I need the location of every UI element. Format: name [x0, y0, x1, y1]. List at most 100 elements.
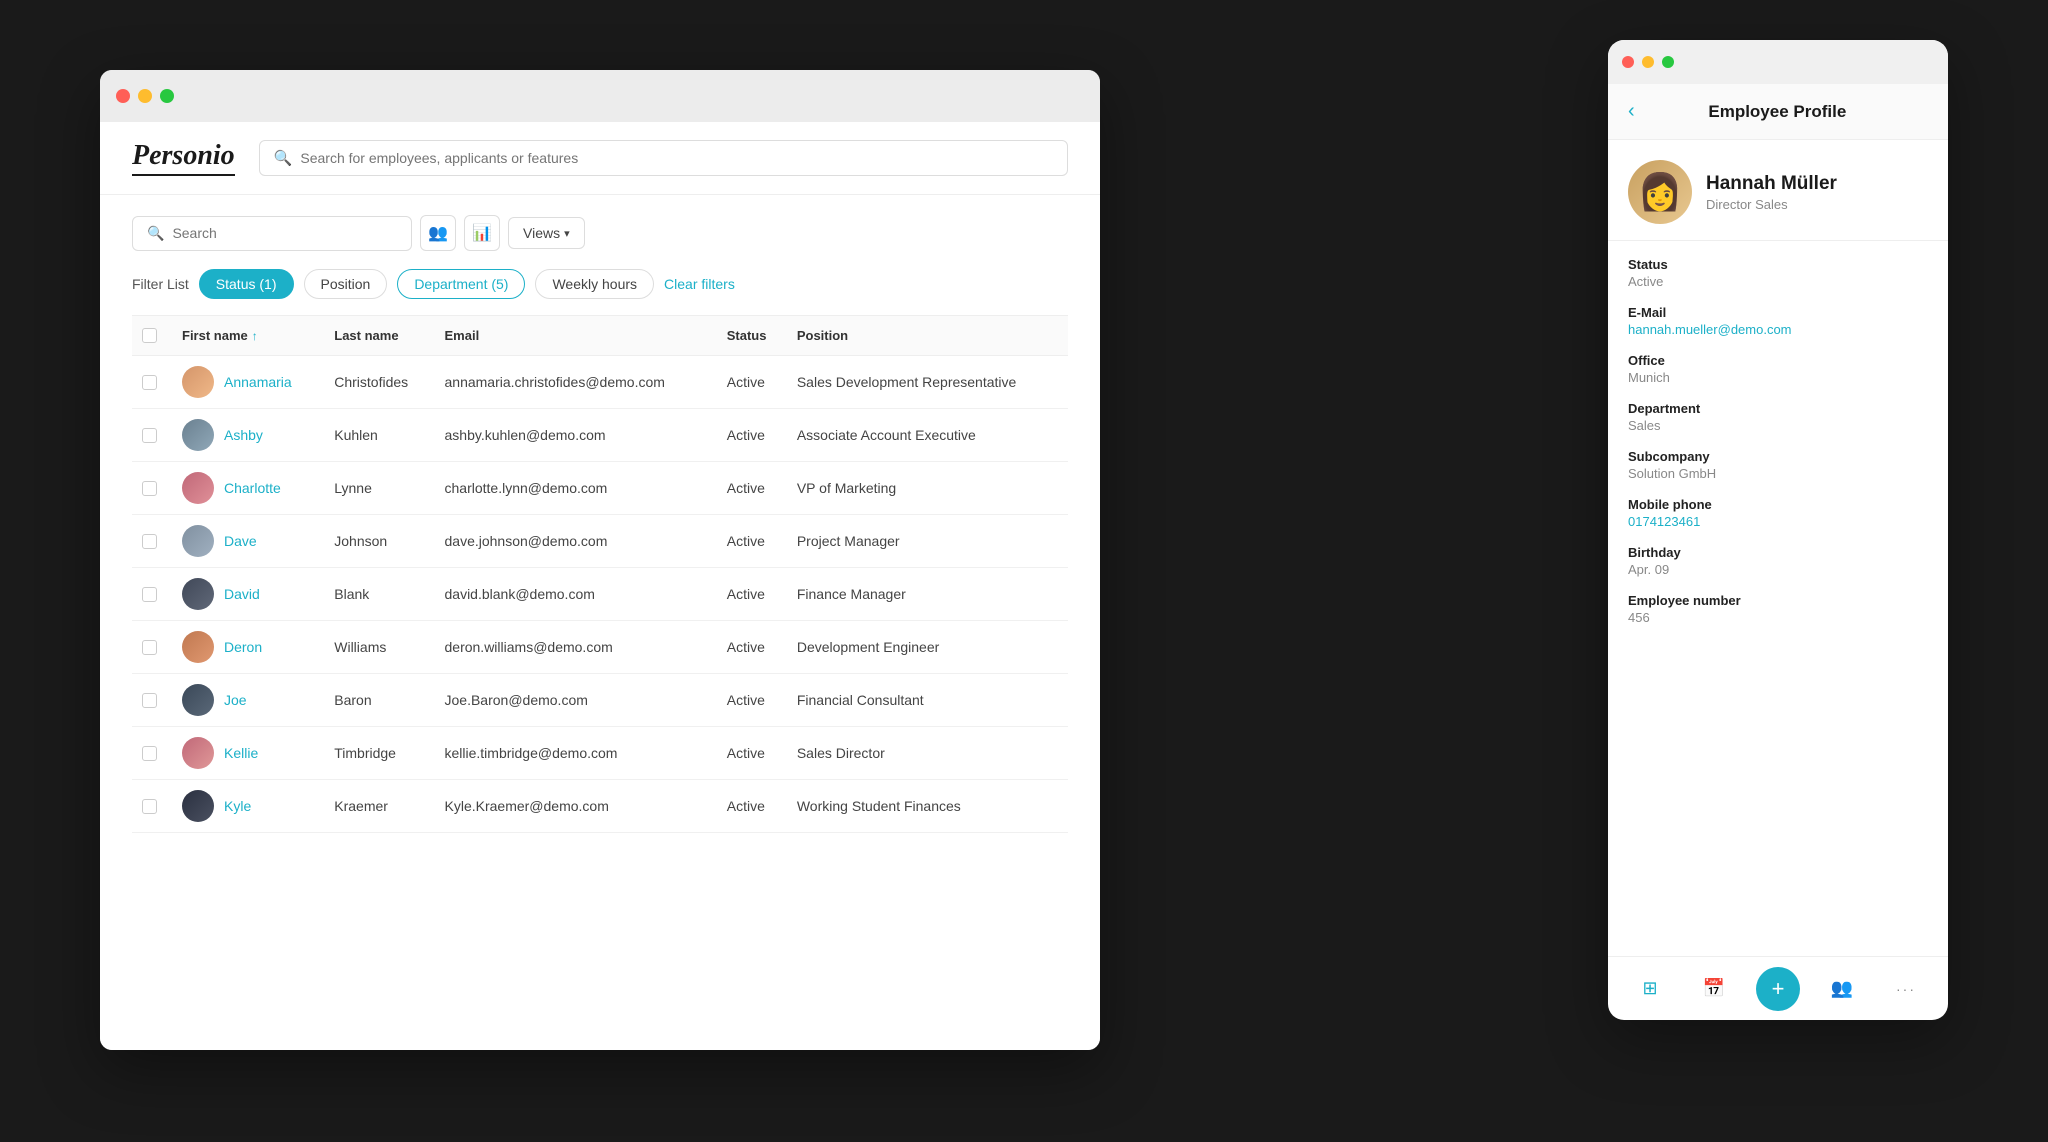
filter-chip-department[interactable]: Department (5)	[397, 269, 525, 299]
row-position-cell: Working Student Finances	[787, 780, 1068, 833]
nav-more-button[interactable]: ···	[1884, 967, 1928, 1011]
employee-name-link[interactable]: Kyle	[224, 798, 251, 814]
panel-header: ‹ Employee Profile	[1608, 84, 1948, 140]
back-button[interactable]: ‹	[1628, 100, 1635, 123]
panel-bottom-nav: ⊞ 📅 + 👥 ···	[1608, 956, 1948, 1020]
global-search-input[interactable]	[300, 150, 1053, 166]
row-checkbox[interactable]	[142, 799, 157, 814]
header-lastname[interactable]: Last name	[324, 316, 434, 356]
traffic-light-yellow[interactable]	[138, 89, 152, 103]
select-all-checkbox[interactable]	[142, 328, 157, 343]
traffic-light-green[interactable]	[160, 89, 174, 103]
local-search-input[interactable]	[172, 225, 397, 241]
table-row: David Blank david.blank@demo.com Active …	[132, 568, 1068, 621]
header-position[interactable]: Position	[787, 316, 1068, 356]
row-status-cell: Active	[717, 780, 787, 833]
export-icon: 📊	[472, 223, 492, 243]
app-content: Personio 🔍 🔍 👥 📊 Vie	[100, 122, 1100, 1050]
export-button[interactable]: 📊	[464, 215, 500, 251]
avatar	[182, 366, 214, 398]
field-value[interactable]: hannah.mueller@demo.com	[1628, 322, 1928, 337]
top-bar: Personio 🔍	[100, 122, 1100, 195]
field-label: Department	[1628, 401, 1928, 416]
row-firstname-cell: Annamaria	[172, 356, 324, 409]
traffic-light-red[interactable]	[116, 89, 130, 103]
avatar	[182, 419, 214, 451]
field-value: Apr. 09	[1628, 562, 1928, 577]
row-firstname-cell: Kellie	[172, 727, 324, 780]
row-lastname-cell: Kraemer	[324, 780, 434, 833]
panel-traffic-green[interactable]	[1662, 56, 1674, 68]
local-search-container[interactable]: 🔍	[132, 216, 412, 251]
row-checkbox-cell	[132, 462, 172, 515]
row-status-cell: Active	[717, 568, 787, 621]
nav-people-button[interactable]: 👥	[1820, 967, 1864, 1011]
field-value[interactable]: 0174123461	[1628, 514, 1928, 529]
row-position-cell: Associate Account Executive	[787, 409, 1068, 462]
row-status-cell: Active	[717, 356, 787, 409]
employee-name-link[interactable]: Ashby	[224, 427, 263, 443]
views-label: Views	[523, 225, 560, 241]
field-label: Subcompany	[1628, 449, 1928, 464]
profile-avatar: 👩	[1628, 160, 1692, 224]
row-lastname-cell: Williams	[324, 621, 434, 674]
employee-name-link[interactable]: David	[224, 586, 260, 602]
row-position-cell: VP of Marketing	[787, 462, 1068, 515]
field-value: Sales	[1628, 418, 1928, 433]
row-position-cell: Project Manager	[787, 515, 1068, 568]
group-by-button[interactable]: 👥	[420, 215, 456, 251]
search-icon: 🔍	[274, 149, 293, 167]
row-checkbox[interactable]	[142, 746, 157, 761]
row-checkbox[interactable]	[142, 534, 157, 549]
row-checkbox-cell	[132, 674, 172, 727]
row-checkbox[interactable]	[142, 375, 157, 390]
header-firstname[interactable]: First name ↑	[172, 316, 324, 356]
table-row: Ashby Kuhlen ashby.kuhlen@demo.com Activ…	[132, 409, 1068, 462]
clear-filters-button[interactable]: Clear filters	[664, 276, 735, 292]
nav-add-button[interactable]: +	[1756, 967, 1800, 1011]
row-firstname-cell: Dave	[172, 515, 324, 568]
employee-name-link[interactable]: Charlotte	[224, 480, 281, 496]
employee-name-link[interactable]: Dave	[224, 533, 257, 549]
row-lastname-cell: Johnson	[324, 515, 434, 568]
table-row: Deron Williams deron.williams@demo.com A…	[132, 621, 1068, 674]
avatar	[182, 790, 214, 822]
row-checkbox-cell	[132, 515, 172, 568]
employee-name-link[interactable]: Joe	[224, 692, 247, 708]
profile-field: Birthday Apr. 09	[1628, 545, 1928, 577]
filter-chip-position[interactable]: Position	[304, 269, 388, 299]
row-lastname-cell: Christofides	[324, 356, 434, 409]
profile-name-block: Hannah Müller Director Sales	[1706, 173, 1837, 212]
local-search-icon: 🔍	[147, 225, 164, 242]
global-search-container[interactable]: 🔍	[259, 140, 1068, 176]
table-header-row: First name ↑ Last name Email Status Posi…	[132, 316, 1068, 356]
avatar	[182, 578, 214, 610]
panel-traffic-yellow[interactable]	[1642, 56, 1654, 68]
employee-name-link[interactable]: Annamaria	[224, 374, 292, 390]
filter-chip-status[interactable]: Status (1)	[199, 269, 294, 299]
row-lastname-cell: Lynne	[324, 462, 434, 515]
row-email-cell: dave.johnson@demo.com	[435, 515, 717, 568]
header-status[interactable]: Status	[717, 316, 787, 356]
row-checkbox[interactable]	[142, 428, 157, 443]
row-email-cell: kellie.timbridge@demo.com	[435, 727, 717, 780]
row-firstname-cell: David	[172, 568, 324, 621]
employee-name-link[interactable]: Deron	[224, 639, 262, 655]
row-checkbox[interactable]	[142, 693, 157, 708]
calendar-icon: 📅	[1703, 978, 1725, 999]
views-dropdown[interactable]: Views ▾	[508, 217, 585, 249]
employee-name-link[interactable]: Kellie	[224, 745, 258, 761]
row-firstname-cell: Ashby	[172, 409, 324, 462]
row-checkbox[interactable]	[142, 640, 157, 655]
table-row: Dave Johnson dave.johnson@demo.com Activ…	[132, 515, 1068, 568]
row-checkbox[interactable]	[142, 587, 157, 602]
row-lastname-cell: Kuhlen	[324, 409, 434, 462]
nav-calendar-button[interactable]: 📅	[1692, 967, 1736, 1011]
nav-grid-button[interactable]: ⊞	[1628, 967, 1672, 1011]
row-checkbox[interactable]	[142, 481, 157, 496]
filter-chip-weekly-hours[interactable]: Weekly hours	[535, 269, 654, 299]
row-email-cell: Joe.Baron@demo.com	[435, 674, 717, 727]
panel-traffic-red[interactable]	[1622, 56, 1634, 68]
group-icon: 👥	[428, 223, 448, 243]
header-email[interactable]: Email	[435, 316, 717, 356]
